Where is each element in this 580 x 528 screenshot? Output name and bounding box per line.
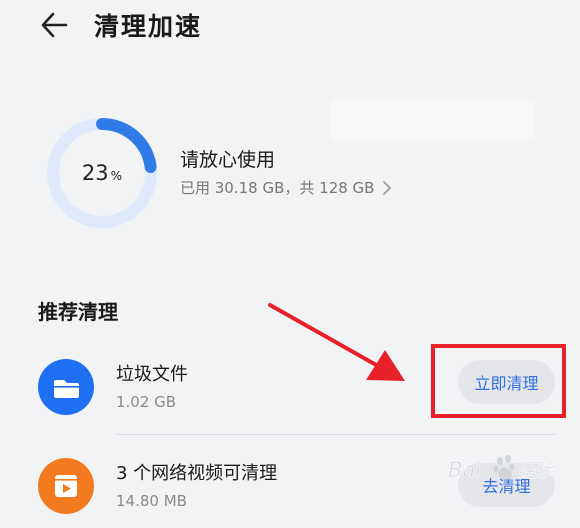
svg-text:经验: 经验 <box>518 460 556 482</box>
svg-text:Bai: Bai <box>448 458 481 482</box>
annotation-arrow <box>268 303 405 381</box>
baidu-watermark-logo: Bai 经验 <box>448 455 556 482</box>
annotation-highlight-box <box>431 344 566 418</box>
